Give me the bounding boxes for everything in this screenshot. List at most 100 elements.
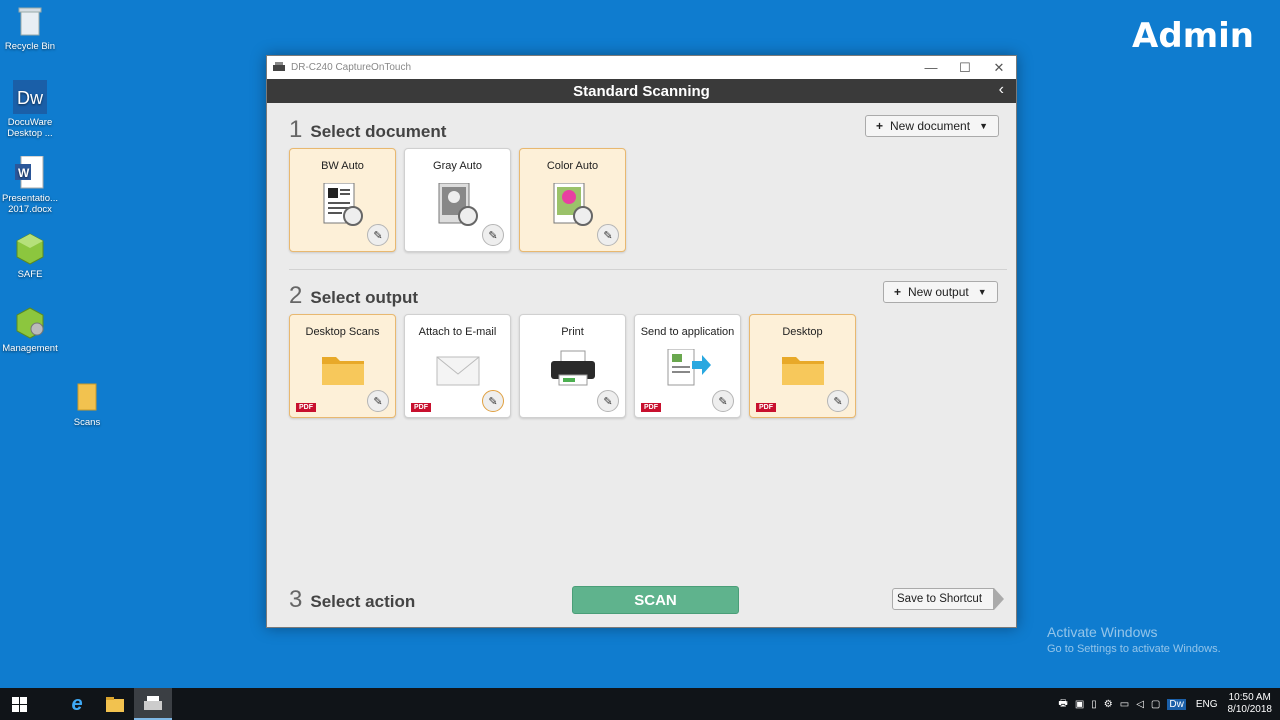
tray-document-icon[interactable]: ▯ <box>1091 699 1097 710</box>
activate-windows-watermark: Activate Windows Go to Settings to activ… <box>1047 624 1221 655</box>
card-label: Color Auto <box>546 160 599 172</box>
section-select-output: 2 Select output <box>289 282 418 310</box>
desktop-icon-presentation[interactable]: W Presentatio... 2017.docx <box>0 156 60 215</box>
edit-pencil-icon[interactable]: ✎ <box>367 390 389 412</box>
edit-pencil-icon[interactable]: ✎ <box>597 390 619 412</box>
activate-subtitle: Go to Settings to activate Windows. <box>1047 643 1221 655</box>
card-label: Desktop Scans <box>305 326 380 338</box>
caret-down-icon: ▼ <box>979 121 988 131</box>
card-label: Gray Auto <box>433 160 482 172</box>
word-doc-icon: W <box>13 156 47 190</box>
output-card-attach-email[interactable]: Attach to E-mail PDF ✎ <box>404 314 511 418</box>
desktop-icon-safe[interactable]: SAFE <box>0 232 60 280</box>
clock-time: 10:50 AM <box>1228 692 1271 703</box>
tray-printer-icon[interactable]: 🖶 <box>1058 696 1067 713</box>
card-label: Print <box>561 326 584 338</box>
section-divider <box>289 269 1007 270</box>
card-label: Attach to E-mail <box>418 326 497 338</box>
tray-volume-icon[interactable]: ◁ <box>1136 699 1144 710</box>
window-title: DR-C240 CaptureOnTouch <box>291 62 412 73</box>
edit-pencil-icon[interactable]: ✎ <box>482 390 504 412</box>
plus-icon: + <box>876 119 884 133</box>
start-button[interactable] <box>0 688 38 720</box>
ie-icon: e <box>71 692 83 715</box>
bw-doc-icon <box>322 182 364 232</box>
back-chevron-icon[interactable]: ‹ <box>999 81 1004 99</box>
folder-icon <box>780 349 826 394</box>
card-label: BW Auto <box>321 160 364 172</box>
output-card-desktop-scans[interactable]: Desktop Scans PDF ✎ <box>289 314 396 418</box>
clock[interactable]: 10:50 AM 8/10/2018 <box>1228 692 1273 716</box>
edit-pencil-icon[interactable]: ✎ <box>367 224 389 246</box>
output-card-desktop[interactable]: Desktop PDF ✎ <box>749 314 856 418</box>
system-tray: 🖶 ▣ ▯ ⚙ ▭ ◁ ▢ Dw ENG 10:50 AM 8/10/2018 <box>1051 688 1272 720</box>
scanner-icon <box>273 61 285 74</box>
svg-text:Dw: Dw <box>17 88 44 108</box>
output-card-send-to-application[interactable]: Send to application PDF ✎ <box>634 314 741 418</box>
activate-title: Activate Windows <box>1047 624 1158 640</box>
card-label: Send to application <box>640 326 735 338</box>
desktop-icon-label: DocuWare Desktop ... <box>7 117 53 139</box>
desktop-icon-label: SAFE <box>17 269 43 280</box>
user-label: Admin <box>1132 16 1254 56</box>
card-label: Desktop <box>782 326 823 338</box>
section-label: Select document <box>310 122 447 141</box>
printer-icon <box>549 349 597 394</box>
taskbar: e 🖶 ▣ ▯ ⚙ ▭ ◁ ▢ Dw ENG 10:50 AM 8/10/201… <box>0 688 1280 720</box>
desktop-icon-management[interactable]: Management <box>0 306 60 354</box>
section-label: Select output <box>310 288 419 307</box>
language-indicator[interactable]: ENG <box>1196 699 1218 710</box>
new-output-button[interactable]: + New output ▼ <box>883 281 998 303</box>
pdf-badge: PDF <box>411 403 431 412</box>
output-cards: Desktop Scans PDF ✎ Attach to E-mail PDF… <box>289 314 864 418</box>
file-explorer-button[interactable] <box>96 688 134 720</box>
desktop-icon-scans[interactable]: Scans <box>57 380 117 428</box>
scan-button[interactable]: SCAN <box>572 586 739 614</box>
document-card-color-auto[interactable]: Color Auto ✎ <box>519 148 626 252</box>
desktop-icon-docuware[interactable]: Dw DocuWare Desktop ... <box>0 80 60 139</box>
captureontouch-taskbar-button[interactable] <box>134 688 172 720</box>
desktop-icon-recycle-bin[interactable]: Recycle Bin <box>0 4 60 52</box>
section-number: 2 <box>289 282 303 309</box>
document-card-bw-auto[interactable]: BW Auto ✎ <box>289 148 396 252</box>
output-card-print[interactable]: Print ✎ <box>519 314 626 418</box>
edit-pencil-icon[interactable]: ✎ <box>597 224 619 246</box>
gray-doc-icon <box>437 182 479 232</box>
internet-explorer-button[interactable]: e <box>58 688 96 720</box>
edit-pencil-icon[interactable]: ✎ <box>482 224 504 246</box>
page-title: Standard Scanning <box>573 82 710 100</box>
windows-logo-icon <box>11 696 27 712</box>
scanner-icon <box>144 696 162 710</box>
close-button[interactable]: ✕ <box>982 60 1016 76</box>
tray-network-icon[interactable]: ▭ <box>1120 699 1129 710</box>
desktop-icon-label: Presentatio... 2017.docx <box>2 193 58 215</box>
section-number: 1 <box>289 116 303 143</box>
document-card-gray-auto[interactable]: Gray Auto ✎ <box>404 148 511 252</box>
send-app-icon <box>664 348 712 394</box>
plus-icon: + <box>894 285 902 299</box>
envelope-icon <box>435 349 481 394</box>
tray-settings-icon[interactable]: ⚙ <box>1104 699 1113 710</box>
pdf-badge: PDF <box>296 403 316 412</box>
new-document-button[interactable]: + New document ▼ <box>865 115 999 137</box>
tray-docuware-icon[interactable]: Dw <box>1167 698 1186 710</box>
maximize-button[interactable]: ☐ <box>948 60 982 76</box>
desktop-icon-label: Scans <box>73 417 101 428</box>
caret-down-icon: ▼ <box>977 287 987 297</box>
desktop-icon-label: Recycle Bin <box>4 41 56 52</box>
capture-on-touch-window: DR-C240 CaptureOnTouch — ☐ ✕ Standard Sc… <box>266 55 1017 628</box>
save-to-shortcut-button[interactable]: Save to Shortcut <box>892 588 1004 610</box>
tray-message-icon[interactable]: ▢ <box>1151 699 1160 710</box>
minimize-button[interactable]: — <box>914 60 948 75</box>
clock-date: 8/10/2018 <box>1227 704 1273 715</box>
svg-text:W: W <box>18 166 30 180</box>
management-cube-icon <box>13 306 47 340</box>
section-label: Select action <box>310 592 416 611</box>
edit-pencil-icon[interactable]: ✎ <box>712 390 734 412</box>
edit-pencil-icon[interactable]: ✎ <box>827 390 849 412</box>
tray-app-icon[interactable]: ▣ <box>1075 699 1084 710</box>
app-header: Standard Scanning ‹ <box>267 79 1016 103</box>
pdf-badge: PDF <box>641 403 661 412</box>
folder-icon <box>106 696 124 712</box>
color-doc-icon <box>552 182 594 232</box>
